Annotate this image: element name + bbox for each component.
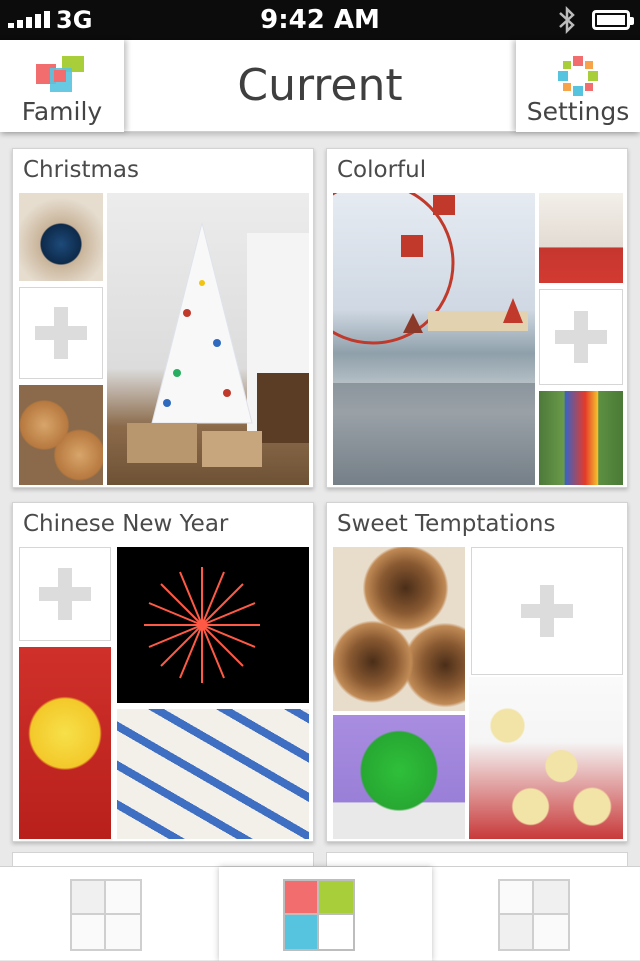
add-photo-button[interactable] bbox=[539, 289, 623, 385]
navigation-bar: Family Current Settings bbox=[0, 40, 640, 132]
fireworks-illustration bbox=[144, 567, 260, 683]
settings-button-label: Settings bbox=[526, 97, 630, 126]
album-title: Colorful bbox=[337, 157, 427, 183]
album-card-christmas[interactable]: Christmas bbox=[12, 148, 314, 488]
family-button-label: Family bbox=[21, 97, 103, 126]
layout-grid-icon bbox=[498, 879, 570, 951]
photo-red-figures[interactable] bbox=[539, 193, 623, 283]
album-title: Sweet Temptations bbox=[337, 511, 556, 537]
tree-illustration bbox=[127, 222, 309, 467]
battery-icon bbox=[592, 10, 634, 30]
status-time: 9:42 AM bbox=[260, 5, 380, 35]
photo-ornament[interactable] bbox=[19, 193, 103, 281]
photo-red-envelope[interactable] bbox=[19, 647, 111, 839]
photo-banana-dessert[interactable] bbox=[469, 677, 623, 839]
photo-christmas-tree[interactable] bbox=[107, 193, 309, 485]
add-photo-button[interactable] bbox=[19, 287, 103, 379]
colored-grid-icon bbox=[283, 879, 355, 951]
layout-grid-icon bbox=[70, 879, 142, 951]
album-title: Christmas bbox=[23, 157, 139, 183]
album-card-chinese-new-year[interactable]: Chinese New Year bbox=[12, 502, 314, 842]
photo-mahjong[interactable] bbox=[117, 709, 309, 839]
bluetooth-icon bbox=[559, 5, 575, 35]
tab-bar bbox=[0, 866, 640, 960]
family-icon bbox=[36, 56, 86, 94]
album-title: Chinese New Year bbox=[23, 511, 229, 537]
settings-icon bbox=[558, 56, 598, 96]
tab-layout-right[interactable] bbox=[432, 867, 640, 961]
photo-fireworks[interactable] bbox=[117, 547, 309, 703]
settings-button[interactable]: Settings bbox=[516, 40, 640, 132]
tab-current[interactable] bbox=[219, 867, 432, 961]
album-card-sweet-temptations[interactable]: Sweet Temptations bbox=[326, 502, 628, 842]
photo-ferris-wheel[interactable] bbox=[333, 193, 535, 485]
add-photo-button[interactable] bbox=[19, 547, 111, 641]
album-card-colorful[interactable]: Colorful bbox=[326, 148, 628, 488]
family-button[interactable]: Family bbox=[0, 40, 124, 132]
tab-layout-left[interactable] bbox=[0, 867, 219, 961]
status-bar: 3G 9:42 AM bbox=[0, 0, 640, 40]
page-title: Current bbox=[237, 60, 403, 111]
photo-cupcake[interactable] bbox=[333, 715, 465, 839]
photo-cinnamon-rolls[interactable] bbox=[333, 547, 465, 711]
ferris-wheel-illustration bbox=[333, 193, 535, 485]
add-photo-button[interactable] bbox=[471, 547, 623, 675]
photo-gingerbread[interactable] bbox=[19, 385, 103, 485]
photo-lego[interactable] bbox=[539, 391, 623, 485]
